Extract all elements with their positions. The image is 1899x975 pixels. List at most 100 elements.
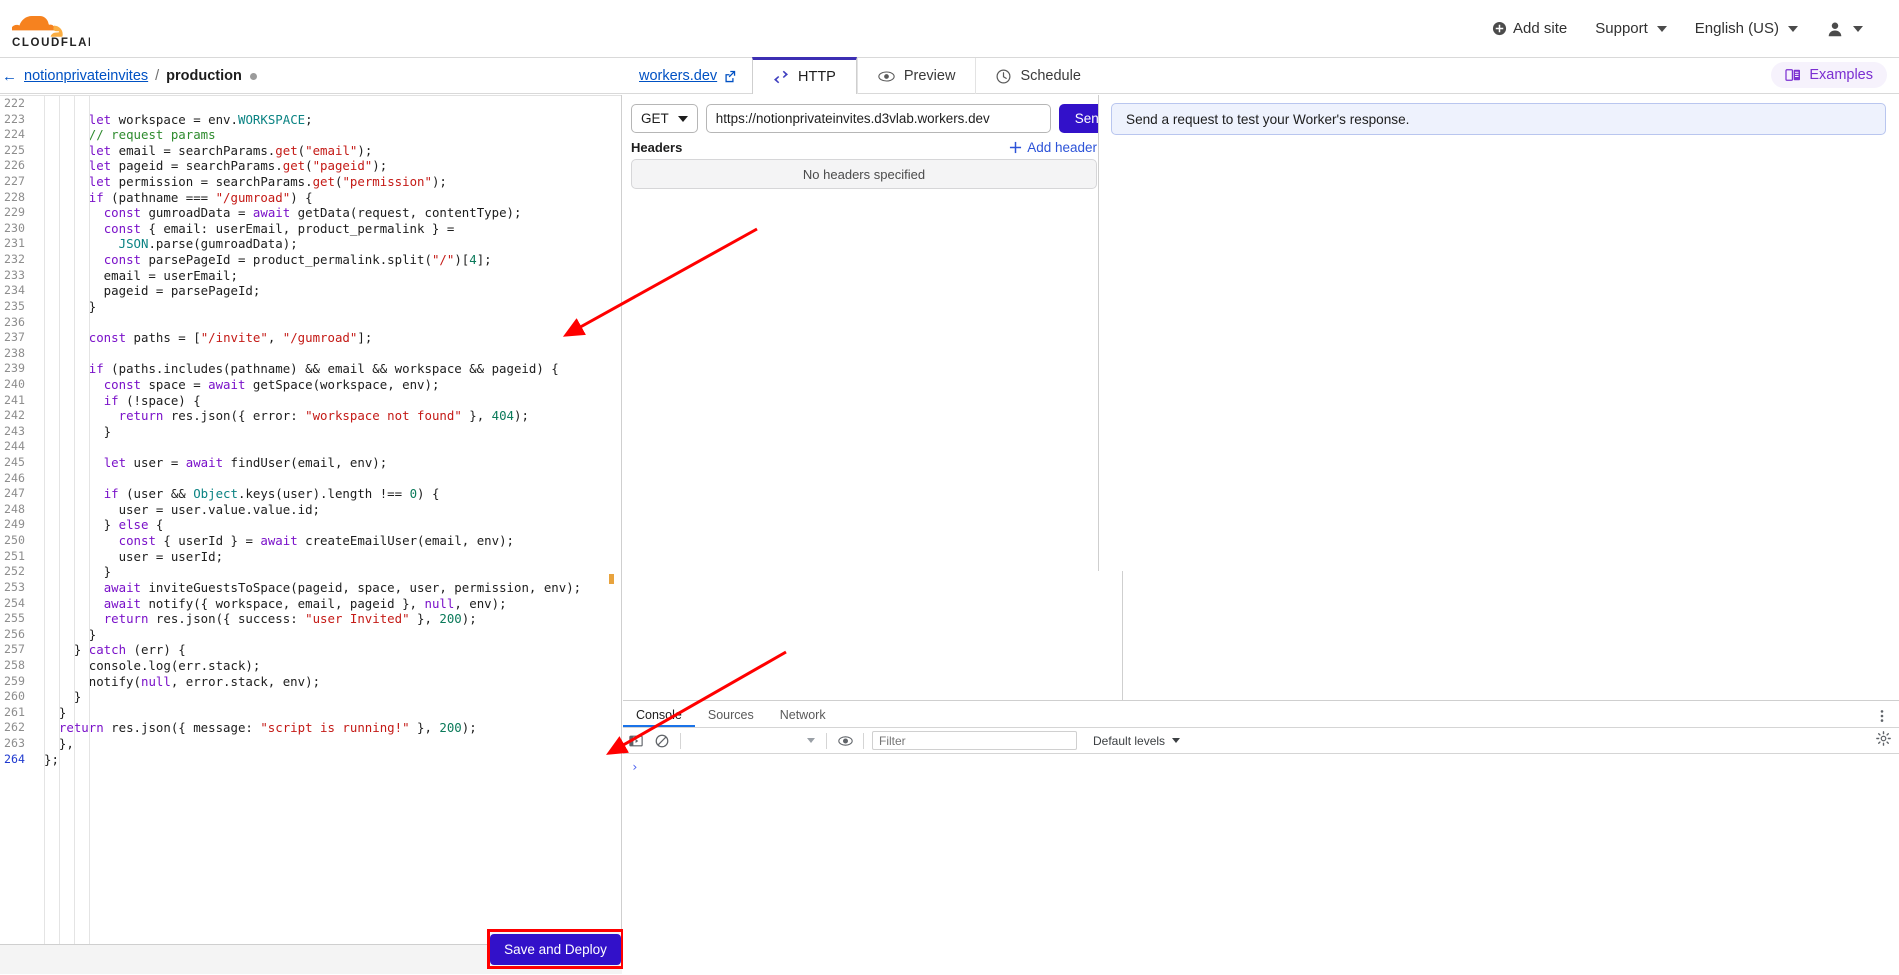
devtools-settings-icon[interactable] bbox=[1876, 730, 1891, 751]
request-url-input[interactable] bbox=[705, 104, 1051, 133]
console-context-select[interactable] bbox=[686, 731, 821, 751]
code-line[interactable]: 235 } bbox=[0, 299, 621, 315]
code-line[interactable]: 241 if (!space) { bbox=[0, 393, 621, 409]
code-line[interactable]: 263 }, bbox=[0, 736, 621, 752]
fold-gutter[interactable] bbox=[31, 658, 40, 674]
fold-gutter[interactable] bbox=[31, 190, 40, 206]
fold-gutter[interactable] bbox=[31, 221, 40, 237]
code-line[interactable]: 223 let workspace = env.WORKSPACE; bbox=[0, 112, 621, 128]
code-line[interactable]: 248 user = user.value.value.id; bbox=[0, 502, 621, 518]
fold-gutter[interactable] bbox=[31, 642, 40, 658]
code-line[interactable]: 229 const gumroadData = await getData(re… bbox=[0, 205, 621, 221]
code-line[interactable]: 230 const { email: userEmail, product_pe… bbox=[0, 221, 621, 237]
code-line[interactable]: 256 } bbox=[0, 627, 621, 643]
code-line[interactable]: 259 notify(null, error.stack, env); bbox=[0, 674, 621, 690]
code-line[interactable]: 249 } else { bbox=[0, 517, 621, 533]
code-line[interactable]: 222 bbox=[0, 96, 621, 112]
fold-gutter[interactable] bbox=[31, 611, 40, 627]
fold-gutter[interactable] bbox=[31, 549, 40, 565]
save-and-deploy-button[interactable]: Save and Deploy bbox=[490, 933, 621, 965]
code-line[interactable]: 254 await notify({ workspace, email, pag… bbox=[0, 596, 621, 612]
devtools-more-menu[interactable] bbox=[1875, 709, 1899, 727]
workers-dev-link[interactable]: workers.dev bbox=[639, 58, 736, 94]
console-output[interactable]: › bbox=[623, 754, 1899, 975]
fold-gutter[interactable] bbox=[31, 705, 40, 721]
fold-gutter[interactable] bbox=[31, 158, 40, 174]
code-line[interactable]: 264}; bbox=[0, 752, 621, 768]
add-site-button[interactable]: Add site bbox=[1478, 14, 1581, 43]
code-line[interactable]: 231 JSON.parse(gumroadData); bbox=[0, 236, 621, 252]
devtools-tab-network[interactable]: Network bbox=[767, 704, 839, 727]
code-line[interactable]: 224 // request params bbox=[0, 127, 621, 143]
code-line[interactable]: 228 if (pathname === "/gumroad") { bbox=[0, 190, 621, 206]
code-line[interactable]: 233 email = userEmail; bbox=[0, 268, 621, 284]
fold-gutter[interactable] bbox=[31, 283, 40, 299]
code-line[interactable]: 262 return res.json({ message: "script i… bbox=[0, 720, 621, 736]
tab-schedule[interactable]: Schedule bbox=[975, 58, 1100, 94]
fold-gutter[interactable] bbox=[31, 361, 40, 377]
code-line[interactable]: 234 pageid = parsePageId; bbox=[0, 283, 621, 299]
code-line[interactable]: 236 bbox=[0, 315, 621, 331]
fold-gutter[interactable] bbox=[31, 580, 40, 596]
fold-gutter[interactable] bbox=[31, 424, 40, 440]
cloudflare-logo[interactable]: CLOUDFLARE bbox=[12, 8, 90, 50]
fold-gutter[interactable] bbox=[31, 517, 40, 533]
tab-http[interactable]: HTTP bbox=[752, 57, 857, 94]
code-line[interactable]: 244 bbox=[0, 439, 621, 455]
code-line[interactable]: 247 if (user && Object.keys(user).length… bbox=[0, 486, 621, 502]
fold-gutter[interactable] bbox=[31, 252, 40, 268]
fold-gutter[interactable] bbox=[31, 689, 40, 705]
add-header-button[interactable]: Add header bbox=[1009, 140, 1097, 155]
code-line[interactable]: 251 user = userId; bbox=[0, 549, 621, 565]
fold-gutter[interactable] bbox=[31, 330, 40, 346]
tab-preview[interactable]: Preview bbox=[856, 58, 976, 94]
fold-gutter[interactable] bbox=[31, 346, 40, 362]
account-menu[interactable] bbox=[1812, 14, 1877, 44]
console-filter-input[interactable] bbox=[872, 731, 1077, 750]
fold-gutter[interactable] bbox=[31, 486, 40, 502]
breadcrumb-project-link[interactable]: notionprivateinvites bbox=[24, 68, 148, 84]
fold-gutter[interactable] bbox=[31, 112, 40, 128]
code-line[interactable]: 253 await inviteGuestsToSpace(pageid, sp… bbox=[0, 580, 621, 596]
clear-console-icon[interactable] bbox=[649, 728, 675, 754]
code-line[interactable]: 255 return res.json({ success: "user Inv… bbox=[0, 611, 621, 627]
fold-gutter[interactable] bbox=[31, 377, 40, 393]
code-line[interactable]: 239 if (paths.includes(pathname) && emai… bbox=[0, 361, 621, 377]
fold-gutter[interactable] bbox=[31, 96, 40, 112]
code-line[interactable]: 242 return res.json({ error: "workspace … bbox=[0, 408, 621, 424]
fold-gutter[interactable] bbox=[31, 299, 40, 315]
code-line[interactable]: 243 } bbox=[0, 424, 621, 440]
code-line[interactable]: 261 } bbox=[0, 705, 621, 721]
fold-gutter[interactable] bbox=[31, 315, 40, 331]
panel-toggle-icon[interactable] bbox=[623, 728, 649, 754]
fold-gutter[interactable] bbox=[31, 564, 40, 580]
fold-gutter[interactable] bbox=[31, 502, 40, 518]
code-line[interactable]: 257 } catch (err) { bbox=[0, 642, 621, 658]
fold-gutter[interactable] bbox=[31, 596, 40, 612]
code-line[interactable]: 260 } bbox=[0, 689, 621, 705]
code-line[interactable]: 232 const parsePageId = product_permalin… bbox=[0, 252, 621, 268]
fold-gutter[interactable] bbox=[31, 627, 40, 643]
fold-gutter[interactable] bbox=[31, 720, 40, 736]
support-menu[interactable]: Support bbox=[1581, 14, 1681, 43]
code-line[interactable]: 240 const space = await getSpace(workspa… bbox=[0, 377, 621, 393]
fold-gutter[interactable] bbox=[31, 408, 40, 424]
fold-gutter[interactable] bbox=[31, 143, 40, 159]
fold-gutter[interactable] bbox=[31, 471, 40, 487]
fold-gutter[interactable] bbox=[31, 205, 40, 221]
code-line[interactable]: 226 let pageid = searchParams.get("pagei… bbox=[0, 158, 621, 174]
code-line[interactable]: 258 console.log(err.stack); bbox=[0, 658, 621, 674]
code-scroll-area[interactable]: 222 223 let workspace = env.WORKSPACE; 224… bbox=[0, 96, 621, 944]
fold-gutter[interactable] bbox=[31, 533, 40, 549]
code-line[interactable]: 227 let permission = searchParams.get("p… bbox=[0, 174, 621, 190]
fold-gutter[interactable] bbox=[31, 393, 40, 409]
fold-gutter[interactable] bbox=[31, 752, 40, 768]
back-arrow-icon[interactable]: ← bbox=[2, 68, 17, 85]
fold-gutter[interactable] bbox=[31, 674, 40, 690]
devtools-tab-console[interactable]: Console bbox=[623, 704, 695, 727]
devtools-tab-sources[interactable]: Sources bbox=[695, 704, 767, 727]
code-editor[interactable]: 222 223 let workspace = env.WORKSPACE; 224… bbox=[0, 95, 622, 944]
code-line[interactable]: 238 bbox=[0, 346, 621, 362]
code-line[interactable]: 252 } bbox=[0, 564, 621, 580]
fold-gutter[interactable] bbox=[31, 127, 40, 143]
